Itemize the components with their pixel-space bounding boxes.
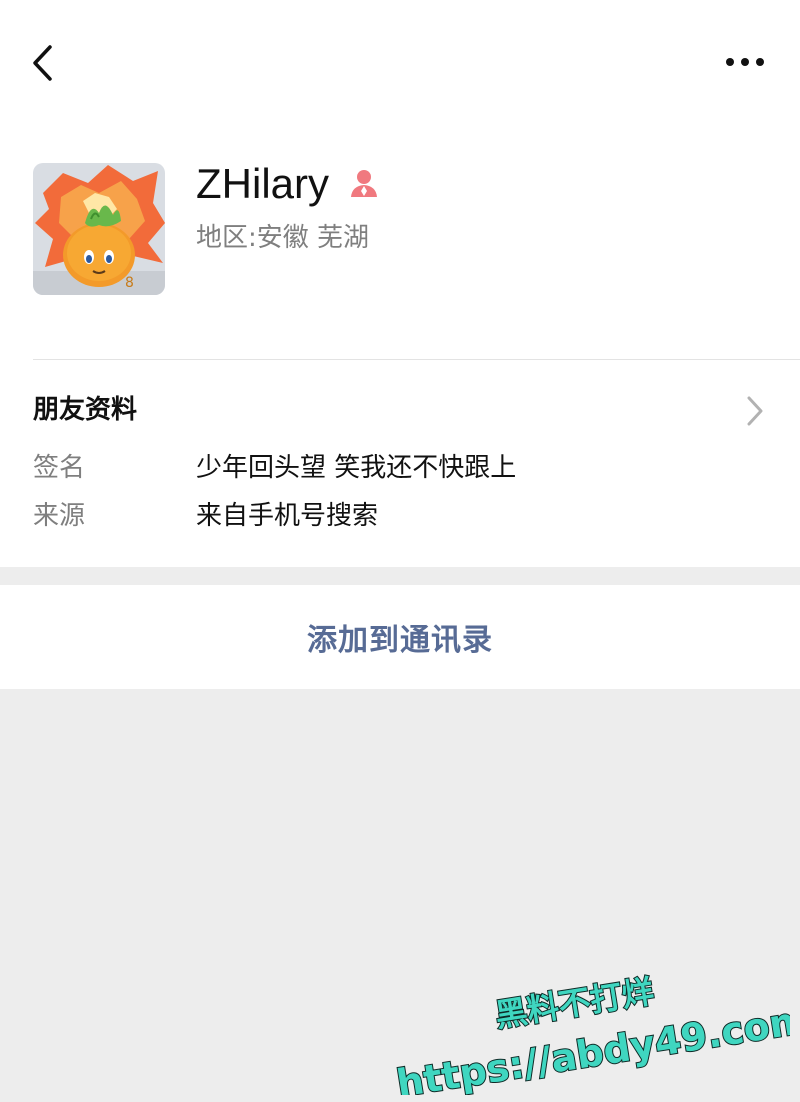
signature-value: 少年回头望 笑我还不快跟上	[196, 453, 517, 483]
signature-row: 签名 少年回头望 笑我还不快跟上	[0, 446, 800, 490]
watermark-line1: 黑料不打烊	[493, 972, 657, 1035]
source-row: 来源 来自手机号搜索	[0, 494, 800, 538]
signature-label: 签名	[33, 453, 86, 483]
svg-text:8: 8	[125, 275, 134, 291]
chevron-left-icon	[33, 45, 52, 81]
profile-name: ZHilary	[196, 160, 329, 207]
female-user-icon	[346, 165, 382, 201]
watermark-line2: https://abdy49.com	[393, 997, 790, 1095]
source-value: 来自手机号搜索	[196, 501, 379, 531]
chevron-right-icon	[747, 396, 763, 426]
avatar[interactable]: 8	[33, 163, 165, 295]
more-button[interactable]	[716, 44, 772, 80]
friend-info-label: 朋友资料	[33, 395, 138, 425]
watermark: 黑料不打烊 https://abdy49.com	[392, 971, 790, 1095]
more-dots-icon	[726, 58, 764, 66]
add-to-contacts-button[interactable]: 添加到通讯录	[0, 585, 800, 689]
profile-region: 地区:安徽 芜湖	[196, 223, 370, 253]
back-button[interactable]	[26, 40, 66, 86]
profile-card: 8 ZHilary 地区:安徽 芜湖 朋友资料 签名 少年回头望 笑我还不快跟上…	[0, 0, 800, 567]
source-label: 来源	[33, 501, 86, 531]
add-to-contacts-label: 添加到通讯录	[307, 623, 493, 658]
friend-info-row[interactable]: 朋友资料	[0, 380, 800, 440]
cartoon-orange-avatar-image: 8	[33, 163, 165, 295]
divider	[33, 359, 800, 360]
